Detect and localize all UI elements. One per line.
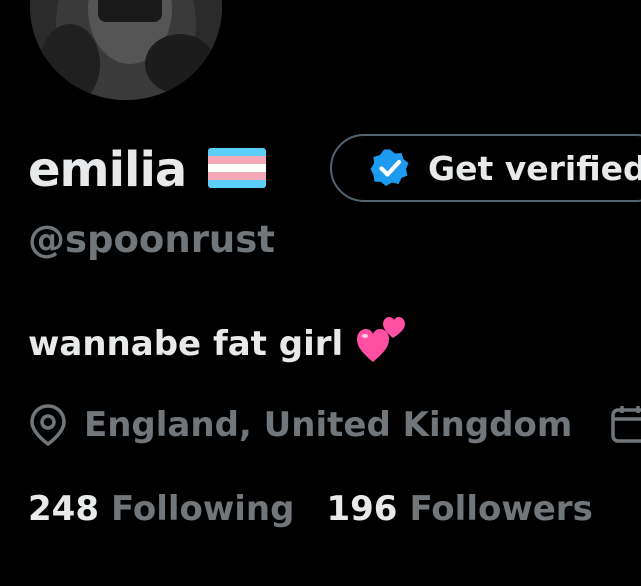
profile-stats: 248 Following 196 Followers <box>28 484 593 534</box>
avatar-photo <box>30 0 222 100</box>
get-verified-button[interactable]: Get verified <box>330 134 641 202</box>
profile-name-row: emilia <box>28 140 267 200</box>
following-count: 248 <box>28 489 99 529</box>
followers-label: Followers <box>409 489 593 529</box>
calendar-icon <box>610 404 641 444</box>
bio-text: wannabe fat girl <box>28 324 344 364</box>
transgender-flag-icon <box>208 148 267 188</box>
following-label: Following <box>110 489 295 529</box>
location-text: England, United Kingdom <box>84 405 573 445</box>
profile-handle: @spoonrust <box>28 218 275 261</box>
following-link[interactable]: 248 Following <box>28 489 294 529</box>
get-verified-label: Get verified <box>428 148 641 188</box>
avatar[interactable] <box>28 0 224 102</box>
profile-meta-row: England, United Kingdom <box>28 400 572 450</box>
followers-count: 196 <box>326 489 398 529</box>
location-pin-icon <box>28 403 68 447</box>
two-hearts-icon <box>355 314 407 366</box>
profile-bio: wannabe fat girl <box>28 316 407 372</box>
followers-link[interactable]: 196 Followers <box>326 489 592 529</box>
display-name: emilia <box>28 142 187 198</box>
verified-badge-icon <box>370 148 410 188</box>
